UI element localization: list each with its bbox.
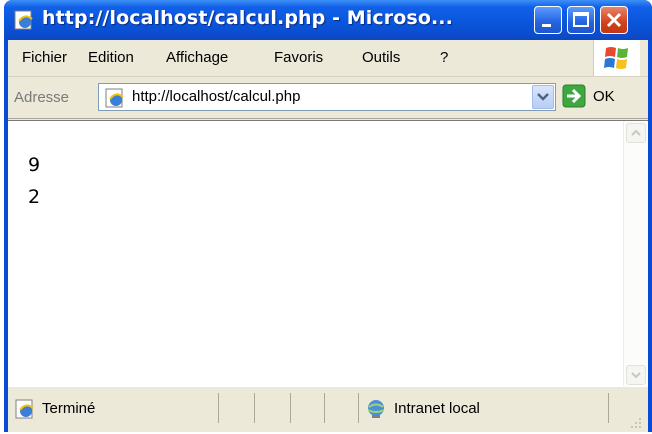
chevron-up-icon	[631, 129, 641, 136]
chevron-down-icon	[537, 93, 549, 101]
menu-help[interactable]: ?	[440, 49, 448, 66]
close-icon	[606, 12, 622, 28]
ie-page-icon	[14, 10, 33, 30]
windows-flag-icon	[604, 47, 628, 69]
status-pane-divider	[358, 393, 359, 423]
menu-bar: Fichier Edition Affichage Favoris Outils…	[8, 40, 648, 77]
address-label: Adresse	[14, 89, 70, 106]
scroll-up-button[interactable]	[626, 123, 646, 143]
vertical-scrollbar[interactable]	[623, 121, 648, 387]
status-pane-divider	[324, 393, 325, 423]
output-line-1: 9	[28, 154, 41, 176]
status-pane-divider	[290, 393, 291, 423]
zone-text: Intranet local	[394, 400, 480, 417]
address-field[interactable]: http://localhost/calcul.php	[98, 83, 556, 111]
output-line-2: 2	[28, 186, 41, 208]
browser-client: Fichier Edition Affichage Favoris Outils…	[8, 40, 648, 432]
address-bar: Adresse http://localhost/calcul.php OK	[8, 78, 648, 119]
status-pane-divider	[218, 393, 219, 423]
status-text: Terminé	[42, 400, 96, 417]
ie-page-icon	[15, 399, 34, 419]
maximize-icon	[573, 12, 589, 27]
close-button[interactable]	[600, 6, 628, 34]
window-title: http://localhost/calcul.php - Microso...	[42, 7, 453, 29]
title-bar[interactable]: http://localhost/calcul.php - Microso...	[4, 0, 652, 40]
ie-page-icon	[105, 88, 124, 108]
minimize-icon	[542, 24, 551, 27]
resize-grip-icon[interactable]	[628, 415, 642, 429]
menu-affichage[interactable]: Affichage	[166, 49, 228, 66]
address-dropdown-button[interactable]	[532, 85, 554, 109]
address-url: http://localhost/calcul.php	[132, 88, 301, 105]
page-content: 9 2	[8, 120, 648, 387]
browser-window: http://localhost/calcul.php - Microso...…	[4, 0, 652, 432]
go-label: OK	[593, 88, 615, 105]
status-bar: Terminé Intranet local	[8, 386, 648, 432]
output-text: 9 2	[28, 149, 40, 213]
status-pane-divider	[254, 393, 255, 423]
green-arrow-icon	[562, 84, 586, 108]
windows-logo	[593, 40, 640, 76]
intranet-globe-icon	[367, 400, 385, 418]
scroll-down-button[interactable]	[626, 365, 646, 385]
status-pane-divider	[608, 393, 609, 423]
menu-outils[interactable]: Outils	[362, 49, 400, 66]
chevron-down-icon	[631, 372, 641, 379]
go-button[interactable]: OK	[562, 84, 642, 112]
minimize-button[interactable]	[534, 6, 562, 34]
menu-fichier[interactable]: Fichier	[22, 49, 67, 66]
maximize-button[interactable]	[567, 6, 595, 34]
menu-favoris[interactable]: Favoris	[274, 49, 323, 66]
menu-edition[interactable]: Edition	[88, 49, 134, 66]
